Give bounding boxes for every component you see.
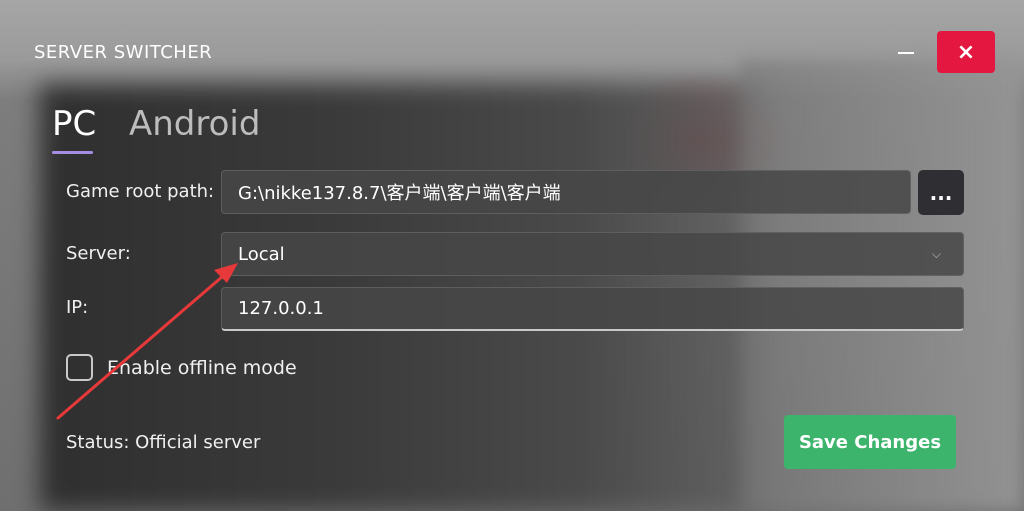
game-root-path-value: G:\nikke137.8.7\客户端\客户端\客户端	[238, 183, 561, 204]
game-root-path-label: Game root path:	[66, 181, 215, 202]
tab-pc[interactable]: PC	[52, 104, 96, 144]
minimize-icon[interactable]	[898, 52, 914, 54]
offline-mode-label[interactable]: Enable offline mode	[107, 357, 297, 379]
game-root-path-input[interactable]: G:\nikke137.8.7\客户端\客户端\客户端	[221, 170, 911, 214]
ip-label: IP:	[66, 297, 89, 318]
ip-input[interactable]: 127.0.0.1	[221, 287, 964, 331]
save-changes-button[interactable]: Save Changes	[784, 415, 956, 469]
server-select-value: Local	[238, 243, 285, 265]
server-label: Server:	[66, 243, 131, 264]
tab-selected-indicator	[52, 151, 93, 154]
chevron-down-icon: ⌵	[931, 247, 941, 261]
window-title: SERVER SWITCHER	[34, 42, 213, 63]
status-text: Status: Official server	[66, 432, 261, 453]
close-icon: ×	[956, 39, 976, 65]
offline-mode-checkbox[interactable]	[66, 354, 93, 381]
ip-value: 127.0.0.1	[238, 298, 324, 319]
close-button[interactable]: ×	[937, 31, 995, 73]
tab-android[interactable]: Android	[129, 104, 260, 144]
server-select[interactable]: Local ⌵	[221, 232, 964, 276]
browse-button[interactable]: ...	[918, 170, 964, 215]
